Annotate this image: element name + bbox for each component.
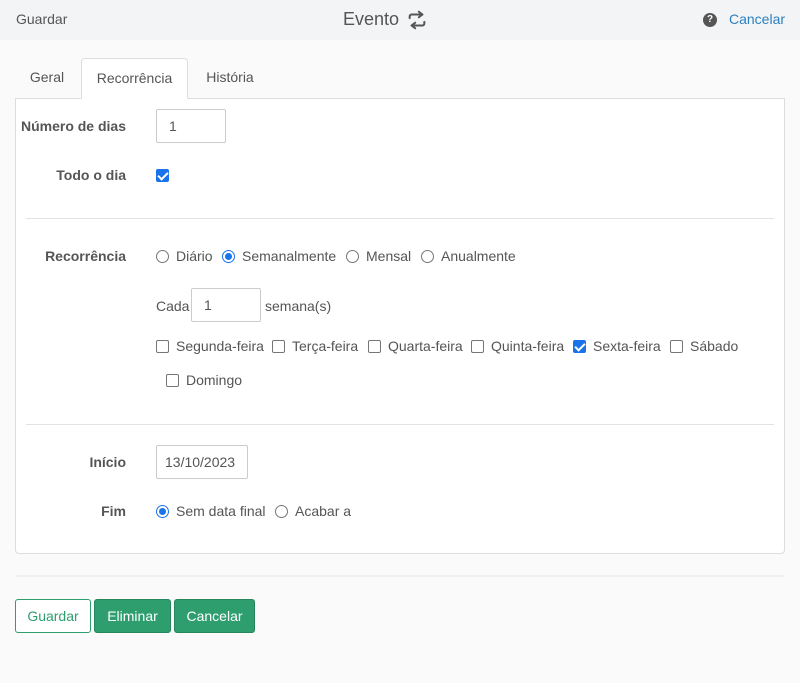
- end-at-radio[interactable]: [275, 505, 288, 518]
- page-title: Evento: [343, 9, 400, 29]
- end-label: Fim: [101, 503, 126, 519]
- help-icon[interactable]: ?: [703, 13, 717, 27]
- tab-historia[interactable]: História: [192, 58, 268, 99]
- every-input[interactable]: 1: [191, 288, 261, 322]
- recurrence-yearly-label: Anualmente: [441, 248, 516, 264]
- footer-cancel-button[interactable]: Cancelar: [174, 599, 255, 633]
- tab-recorrencia[interactable]: Recorrência: [81, 58, 188, 99]
- weekday-monday-label: Segunda-feira: [176, 338, 264, 354]
- divider: [26, 424, 774, 425]
- recurrence-monthly-radio[interactable]: [346, 250, 359, 263]
- recurrence-daily-radio[interactable]: [156, 250, 169, 263]
- end-no-date-radio[interactable]: [156, 505, 169, 518]
- every-unit-label: semana(s): [265, 298, 332, 314]
- recurrence-weekly-radio[interactable]: [222, 250, 235, 263]
- weekday-saturday-checkbox[interactable]: [670, 340, 683, 353]
- recurrence-label: Recorrência: [45, 248, 126, 264]
- weekday-tuesday-label: Terça-feira: [292, 338, 359, 354]
- recurrence-monthly-label: Mensal: [366, 248, 412, 264]
- every-label: Cada: [156, 298, 190, 314]
- header-save-button[interactable]: Guardar: [16, 11, 67, 27]
- weekday-wednesday-label: Quarta-feira: [388, 338, 463, 354]
- footer-divider: [15, 575, 785, 577]
- top-bar: Guardar Evento ? Cancelar: [0, 0, 800, 40]
- end-at-label: Acabar a: [295, 503, 352, 519]
- divider: [26, 218, 774, 219]
- start-date-label: Início: [89, 454, 126, 470]
- weekday-sunday-label: Domingo: [186, 372, 243, 388]
- start-date-input[interactable]: 13/10/2023: [156, 445, 248, 479]
- footer-save-button[interactable]: Guardar: [15, 599, 91, 633]
- recurrence-weekly-label: Semanalmente: [242, 248, 337, 264]
- recurrence-daily-label: Diário: [176, 248, 213, 264]
- weekday-thursday-label: Quinta-feira: [491, 338, 565, 354]
- weekday-friday-checkbox[interactable]: [573, 340, 586, 353]
- weekday-wednesday-checkbox[interactable]: [368, 340, 381, 353]
- all-day-checkbox[interactable]: [156, 169, 169, 182]
- num-days-label: Número de dias: [20, 118, 126, 134]
- end-no-date-label: Sem data final: [176, 503, 266, 519]
- num-days-input[interactable]: 1: [156, 109, 226, 143]
- weekday-thursday-checkbox[interactable]: [471, 340, 484, 353]
- footer-delete-button[interactable]: Eliminar: [94, 599, 171, 633]
- weekday-sunday-checkbox[interactable]: [166, 374, 179, 387]
- recurring-icon: [408, 10, 426, 30]
- tab-geral[interactable]: Geral: [16, 58, 78, 99]
- weekday-friday-label: Sexta-feira: [593, 338, 661, 354]
- weekday-monday-checkbox[interactable]: [156, 340, 169, 353]
- weekday-saturday-label: Sábado: [690, 338, 739, 354]
- recurrence-yearly-radio[interactable]: [421, 250, 434, 263]
- tab-panel: [15, 98, 785, 554]
- weekday-tuesday-checkbox[interactable]: [272, 340, 285, 353]
- all-day-label: Todo o dia: [56, 167, 126, 183]
- header-cancel-link[interactable]: Cancelar: [729, 11, 785, 27]
